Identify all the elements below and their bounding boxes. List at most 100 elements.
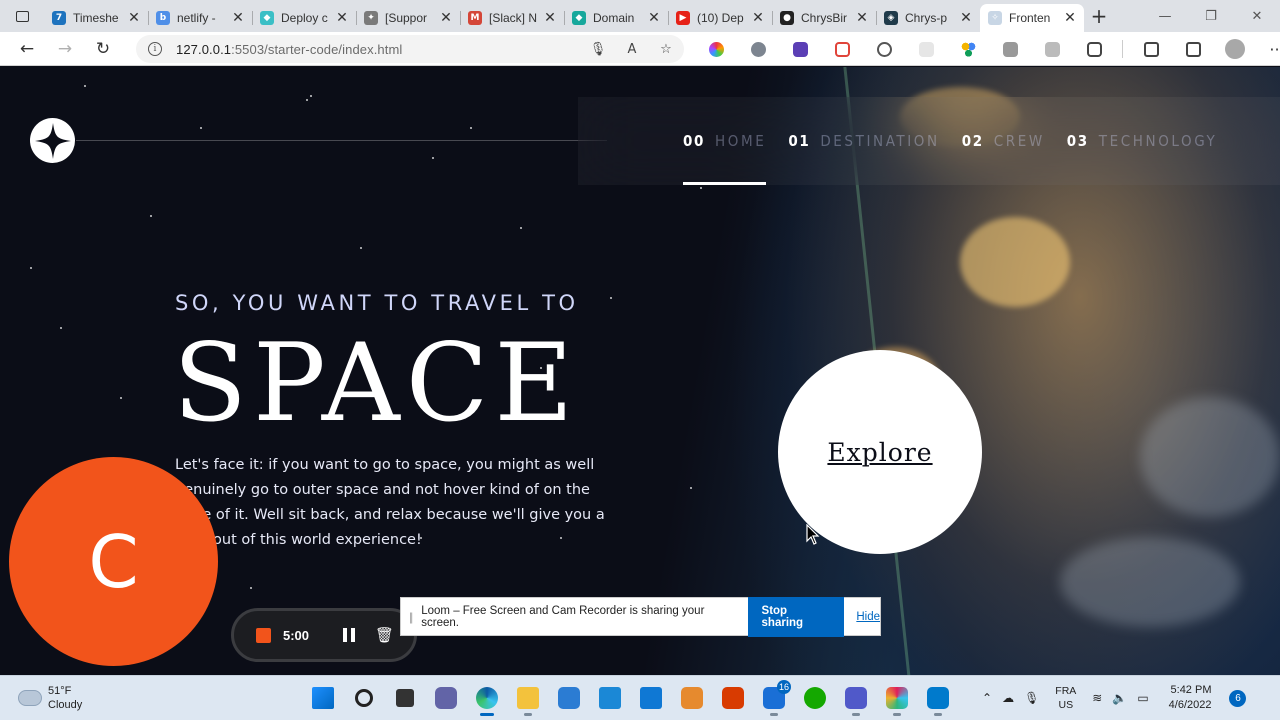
office-icon[interactable] [715, 680, 751, 716]
start-button[interactable] [305, 680, 341, 716]
extension-cloud-icon[interactable] [740, 37, 776, 61]
notification-badge[interactable]: 6 [1229, 689, 1247, 707]
extension-circle-icon[interactable] [866, 37, 902, 61]
tab-close-icon[interactable]: ✕ [750, 10, 766, 26]
search-icon[interactable] [346, 680, 382, 716]
tab-title: netlify - [177, 11, 216, 25]
show-hidden-icons-chevron-icon[interactable]: ⌃ [982, 691, 992, 705]
browser-tab[interactable]: ◆ Domain ✕ [564, 4, 668, 32]
extension-lock-icon[interactable] [992, 37, 1028, 61]
nav-item-home[interactable]: 00 HOME [683, 97, 767, 185]
profile-avatar-image [1225, 39, 1245, 59]
volume-icon[interactable]: 🔈 [1112, 691, 1127, 705]
browser-tab[interactable]: 7 Timeshe ✕ [44, 4, 148, 32]
mail-icon[interactable]: 16 [756, 680, 792, 716]
read-aloud-icon[interactable]: A [622, 39, 642, 59]
profile-avatar[interactable] [1217, 37, 1253, 61]
outlook-icon[interactable] [633, 680, 669, 716]
settings-more-icon[interactable]: ··· [1259, 37, 1280, 61]
site-logo[interactable] [30, 118, 75, 163]
delete-recording-icon[interactable]: 🗑 [375, 626, 394, 644]
tab-close-icon[interactable]: ✕ [230, 10, 246, 26]
extensions-puzzle-icon[interactable] [1076, 37, 1112, 61]
task-view-icon[interactable] [387, 680, 423, 716]
back-button[interactable]: ← [8, 34, 46, 64]
teams-icon[interactable] [838, 680, 874, 716]
browser-tab[interactable]: ● ChrysBir ✕ [772, 4, 876, 32]
lens-icon[interactable] [592, 680, 628, 716]
vscode-icon[interactable] [920, 680, 956, 716]
nav-item-technology[interactable]: 03 TECHNOLOGY [1067, 97, 1218, 185]
weather-description: Cloudy [48, 699, 83, 711]
nav-item-number: 01 [788, 132, 811, 150]
pause-recording-icon[interactable] [343, 628, 355, 642]
tab-favicon-icon: ✧ [988, 11, 1002, 25]
browser-tab-strip: 7 Timeshe ✕ b netlify - ✕ ◆ Deploy c ✕ ✦ [Suppor ✕ M… [0, 0, 1280, 32]
cloudy-weather-icon [18, 690, 42, 706]
nav-item-number: 02 [961, 132, 984, 150]
site-info-icon[interactable]: i [148, 42, 162, 56]
stop-recording-icon[interactable] [256, 627, 271, 643]
browser-tab[interactable]: b netlify - ✕ [148, 4, 252, 32]
url-path: :5503/starter-code/index.html [231, 41, 403, 57]
extension-teams-icon[interactable] [782, 37, 818, 61]
hide-link[interactable]: Hide [856, 611, 880, 623]
battery-icon[interactable]: ▭ [1137, 691, 1148, 705]
forward-button[interactable]: → [46, 34, 84, 64]
address-bar[interactable]: i 127.0.0.1:5503/starter-code/index.html… [136, 35, 684, 63]
nav-item-crew[interactable]: 02 CREW [962, 97, 1045, 185]
microphone-icon[interactable]: 🎙 [588, 39, 608, 59]
extension-gray-icon[interactable] [1034, 37, 1070, 61]
slack-icon[interactable] [879, 680, 915, 716]
mail-badge: 16 [776, 680, 791, 694]
microphone-tray-icon[interactable]: 🎙 [1024, 691, 1039, 705]
paint-icon[interactable] [674, 680, 710, 716]
wifi-icon[interactable]: ≋ [1092, 691, 1102, 705]
favorites-icon[interactable] [1133, 37, 1169, 61]
tab-actions-button[interactable] [0, 0, 44, 32]
upwork-icon[interactable] [797, 680, 833, 716]
browser-tab[interactable]: ✦ [Suppor ✕ [356, 4, 460, 32]
browser-tab[interactable]: ▶ (10) Dep ✕ [668, 4, 772, 32]
browser-tab[interactable]: M [Slack] N ✕ [460, 4, 564, 32]
extension-shield-icon[interactable] [824, 37, 860, 61]
tab-close-icon[interactable]: ✕ [958, 10, 974, 26]
collections-icon[interactable] [1175, 37, 1211, 61]
loom-camera-bubble[interactable]: C [9, 457, 218, 666]
minimize-button[interactable]: — [1142, 0, 1188, 32]
loom-recording-controls: 5:00 🗑 [231, 608, 417, 662]
system-tray: ⌃ ☁ 🎙 FRA US ≋ 🔈 ▭ 5:42 PM 4/6/2022 6 [982, 682, 1247, 714]
clock-date: 4/6/2022 [1168, 699, 1212, 711]
new-tab-button[interactable]: + [1084, 2, 1114, 30]
language-indicator[interactable]: FRA US [1055, 684, 1076, 712]
close-window-button[interactable]: ✕ [1234, 0, 1280, 32]
restore-button[interactable]: ❐ [1188, 0, 1234, 32]
reload-button[interactable]: ↻ [84, 34, 122, 64]
tab-close-icon[interactable]: ✕ [646, 10, 662, 26]
explore-label: Explore [827, 437, 933, 467]
favorite-star-icon[interactable]: ☆ [656, 39, 676, 59]
tab-close-icon[interactable]: ✕ [854, 10, 870, 26]
nav-item-destination[interactable]: 01 DESTINATION [788, 97, 939, 185]
chat-icon[interactable] [428, 680, 464, 716]
file-explorer-icon[interactable] [510, 680, 546, 716]
microsoft-store-icon[interactable] [551, 680, 587, 716]
edge-browser-icon[interactable] [469, 680, 505, 716]
browser-tab[interactable]: ✧ Fronten ✕ [980, 4, 1084, 32]
extension-dots-icon[interactable] [950, 37, 986, 61]
tab-close-icon[interactable]: ✕ [1062, 10, 1078, 26]
onedrive-icon[interactable]: ☁ [1002, 691, 1014, 705]
stop-sharing-button[interactable]: Stop sharing [747, 596, 845, 637]
tab-close-icon[interactable]: ✕ [542, 10, 558, 26]
tab-favicon-icon: b [156, 11, 170, 25]
browser-tab[interactable]: ◆ Deploy c ✕ [252, 4, 356, 32]
tab-close-icon[interactable]: ✕ [334, 10, 350, 26]
browser-tab[interactable]: ◈ Chrys-p ✕ [876, 4, 980, 32]
clock[interactable]: 5:42 PM 4/6/2022 [1169, 683, 1212, 713]
extension-color-wheel-icon[interactable] [698, 37, 734, 61]
weather-widget[interactable]: 51°F Cloudy [18, 684, 82, 712]
drag-handle-icon[interactable]: || [409, 610, 413, 624]
tab-close-icon[interactable]: ✕ [126, 10, 142, 26]
tab-close-icon[interactable]: ✕ [438, 10, 454, 26]
extension-square-icon[interactable] [908, 37, 944, 61]
